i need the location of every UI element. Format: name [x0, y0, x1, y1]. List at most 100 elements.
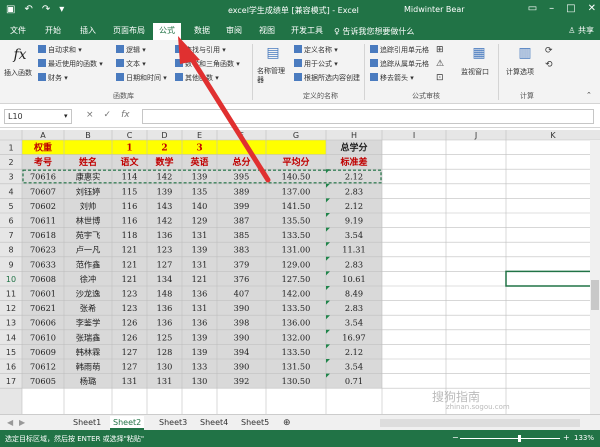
sheet-tab-2[interactable]: Sheet2 — [110, 416, 145, 430]
maximize-icon[interactable]: □ — [566, 3, 575, 14]
cell[interactable]: 127 — [122, 347, 138, 357]
define-name-button[interactable]: 定义名称 ▾ — [294, 45, 338, 55]
cell[interactable]: 康惠实 — [76, 172, 101, 182]
tab-home[interactable]: 开始 — [45, 25, 61, 36]
cell[interactable]: 121 — [122, 259, 138, 269]
cell[interactable]: 134 — [157, 274, 173, 284]
column-header-j[interactable]: J — [474, 131, 477, 140]
cell[interactable]: 143 — [157, 201, 173, 211]
cell[interactable]: 128 — [157, 347, 173, 357]
cell[interactable]: 130 — [157, 362, 173, 372]
column-header-c[interactable]: C — [127, 131, 133, 140]
cell[interactable]: 考号 — [34, 156, 52, 168]
column-header-g[interactable]: G — [293, 131, 299, 140]
cell[interactable]: 392 — [234, 376, 250, 386]
cell[interactable]: 127 — [122, 362, 138, 372]
sheet-tab-3[interactable]: Sheet3 — [156, 416, 190, 430]
cell[interactable]: 140 — [192, 201, 208, 211]
cell[interactable]: 刘钰婷 — [76, 186, 101, 196]
use-in-formula-button[interactable]: 用于公式 ▾ — [294, 59, 338, 69]
cell[interactable]: 70609 — [30, 347, 56, 357]
cell[interactable]: 121 — [192, 274, 208, 284]
share-button[interactable]: ♙ 共享 — [568, 25, 594, 36]
active-cell[interactable] — [505, 270, 595, 287]
tab-review[interactable]: 审阅 — [226, 25, 242, 36]
zoom-in-icon[interactable]: + — [563, 433, 570, 442]
cell[interactable]: 70601 — [30, 289, 56, 299]
cell[interactable]: 121 — [122, 245, 138, 255]
cell[interactable]: 136 — [157, 303, 173, 313]
next-sheet-icon[interactable]: ▶ — [16, 416, 28, 430]
cell[interactable]: 114 — [122, 172, 138, 182]
trace-dependents-button[interactable]: 追踪从属单元格 — [370, 59, 429, 69]
cell[interactable]: 70605 — [30, 376, 56, 386]
cell[interactable]: 390 — [234, 362, 250, 372]
cell[interactable]: 137.00 — [282, 186, 311, 196]
cell[interactable]: 卢一凡 — [76, 245, 101, 255]
tab-data[interactable]: 数据 — [194, 25, 210, 36]
cell[interactable]: 131 — [192, 259, 208, 269]
cell[interactable]: 70616 — [30, 172, 56, 182]
cell[interactable]: 387 — [234, 216, 250, 226]
cell[interactable]: 张希 — [80, 303, 96, 313]
cell[interactable]: 385 — [234, 230, 250, 240]
cell[interactable]: 70610 — [30, 332, 56, 342]
tab-view[interactable]: 视图 — [259, 25, 275, 36]
logical-button[interactable]: 逻辑 ▾ — [116, 45, 146, 55]
cell[interactable]: 70623 — [30, 245, 56, 255]
cell[interactable]: 135 — [192, 186, 208, 196]
cell[interactable]: 389 — [234, 186, 250, 196]
cell[interactable]: 10.61 — [342, 274, 365, 284]
cell[interactable]: 70618 — [30, 230, 56, 240]
column-header-k[interactable]: K — [550, 131, 556, 140]
fx-icon[interactable]: fx — [121, 110, 130, 120]
cell[interactable]: 131.50 — [282, 362, 311, 372]
vertical-scrollbar[interactable] — [590, 140, 600, 414]
column-header-a[interactable]: A — [40, 131, 46, 140]
cell[interactable]: 383 — [234, 245, 250, 255]
cell[interactable]: 376 — [234, 274, 250, 284]
cell[interactable]: 139 — [192, 347, 208, 357]
cell[interactable]: 总分 — [232, 156, 250, 168]
financial-button[interactable]: 财务 ▾ — [38, 73, 68, 83]
cell[interactable]: 3.54 — [345, 318, 363, 328]
insert-function-button[interactable]: 插入函数 — [4, 68, 32, 78]
row-header[interactable]: 8 — [8, 246, 13, 255]
cell[interactable]: 123 — [122, 303, 138, 313]
more-functions-button[interactable]: 其他函数 ▾ — [175, 73, 219, 83]
name-manager-icon[interactable]: ▤ — [262, 43, 284, 63]
cell[interactable]: 70606 — [30, 318, 56, 328]
collapse-ribbon-icon[interactable]: ⌃ — [586, 91, 592, 99]
cell[interactable]: 韩雨萌 — [76, 362, 101, 372]
cell[interactable]: 132.00 — [282, 332, 311, 342]
watch-window-button[interactable]: 监视窗口 — [461, 67, 489, 77]
cell-grid[interactable]: A B C D E F G H I J K1 权重 1 2 3 总学分2 考号 姓名 语文 数学 英语 总分 平均分 标准差3… — [0, 130, 600, 414]
cell[interactable]: 129.00 — [282, 259, 311, 269]
formula-input[interactable] — [142, 109, 594, 124]
cell[interactable]: 127.50 — [282, 274, 311, 284]
cell[interactable]: 16.97 — [342, 332, 365, 342]
cell[interactable]: 136.00 — [282, 318, 311, 328]
calc-sheet-icon[interactable]: ⟲ — [545, 60, 553, 70]
cell[interactable]: 390 — [234, 303, 250, 313]
cell[interactable]: 0.71 — [345, 376, 363, 386]
row-header[interactable]: 4 — [8, 187, 13, 196]
enter-icon[interactable]: ✓ — [104, 110, 112, 120]
cell[interactable]: 沙龙逸 — [76, 289, 101, 299]
cell[interactable]: 李鉴学 — [76, 318, 101, 328]
row-header[interactable]: 14 — [6, 333, 16, 342]
cell[interactable]: 3.54 — [345, 362, 363, 372]
cell[interactable]: 2.83 — [345, 186, 363, 196]
row-header[interactable]: 3 — [8, 173, 13, 182]
calculator-icon[interactable]: ▥ — [514, 43, 536, 63]
cell[interactable]: 127 — [157, 259, 173, 269]
cell[interactable]: 张瑞鑫 — [76, 332, 101, 342]
cell[interactable]: 2.83 — [345, 303, 363, 313]
cell[interactable]: 2.83 — [345, 259, 363, 269]
row-header[interactable]: 9 — [8, 260, 13, 269]
row-header[interactable]: 2 — [8, 158, 13, 167]
cell[interactable]: 姓名 — [78, 156, 97, 168]
prev-sheet-icon[interactable]: ◀ — [4, 416, 16, 430]
close-icon[interactable]: ✕ — [588, 3, 596, 14]
cell[interactable]: 英语 — [189, 156, 208, 168]
